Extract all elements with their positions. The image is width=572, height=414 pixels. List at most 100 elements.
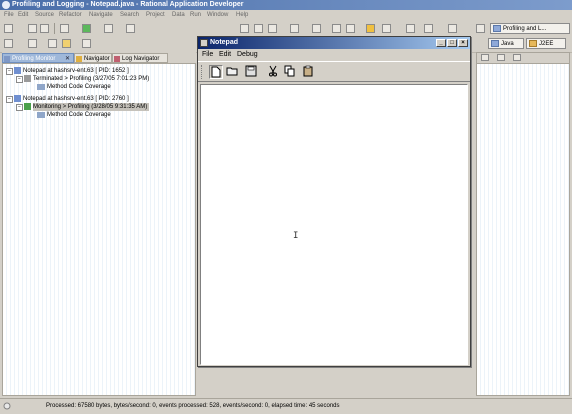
search-icon[interactable]: [290, 24, 299, 33]
right-view-panel: [476, 52, 570, 396]
open-file-button[interactable]: [226, 65, 240, 79]
menu-run[interactable]: Run: [190, 10, 201, 20]
menu-navigate[interactable]: Navigate: [89, 10, 113, 20]
minimize-icon[interactable]: [513, 54, 521, 61]
menu-data[interactable]: Data: [172, 10, 185, 20]
close-button[interactable]: ×: [458, 39, 468, 47]
status-indicator-icon: [3, 402, 11, 410]
open-type-icon[interactable]: [254, 24, 263, 33]
previous-annotation-icon[interactable]: [28, 39, 37, 48]
maximize-button[interactable]: □: [447, 39, 457, 47]
profiling-monitor-tree: − Notepad at hashsrv-ent.63 [ PID: 1652 …: [2, 63, 196, 396]
copy-icon: [284, 65, 295, 77]
notepad-menu-file[interactable]: File: [202, 49, 213, 60]
tree-node-label: Method Code Coverage: [47, 112, 111, 118]
notepad-title: Notepad: [210, 39, 238, 46]
menu-project[interactable]: Project: [146, 10, 165, 20]
profile-icon[interactable]: [104, 24, 113, 33]
tab-log-navigator-label: Log Navigator: [122, 56, 160, 62]
save-disk-icon: [245, 65, 257, 77]
view-menu-icon[interactable]: [481, 54, 489, 61]
coverage-icon: [37, 112, 45, 118]
menu-bar: File Edit Source Refactor Navigate Searc…: [0, 10, 572, 20]
launch-icon[interactable]: [240, 24, 249, 33]
collapse-icon[interactable]: −: [16, 104, 23, 111]
last-edit-icon[interactable]: [48, 39, 57, 48]
progress-icons: [548, 401, 568, 411]
notepad-menu-debug[interactable]: Debug: [237, 49, 258, 60]
coverage-icon: [37, 84, 45, 90]
open-folder-icon: [226, 67, 238, 76]
collapse-icon[interactable]: −: [6, 96, 13, 103]
collapse-icon[interactable]: −: [6, 68, 13, 75]
monitor-icon[interactable]: [346, 24, 355, 33]
back-nav-icon[interactable]: [62, 39, 71, 48]
tree-node-label: Terminated > Profiling (3/27/05 7:01:23 …: [33, 76, 150, 82]
copy-button[interactable]: [284, 65, 298, 79]
new-file-icon: [211, 66, 221, 78]
external-tools-icon[interactable]: [126, 24, 135, 33]
perspective-java-label: Java: [501, 41, 514, 47]
menu-help[interactable]: Help: [236, 10, 248, 20]
open-resource-icon[interactable]: [268, 24, 277, 33]
help-icon[interactable]: [448, 24, 457, 33]
collapse-icon[interactable]: −: [16, 76, 23, 83]
process-icon: [14, 67, 21, 74]
tree-node-coverage-2[interactable]: Method Code Coverage: [37, 111, 187, 119]
minimize-button[interactable]: _: [436, 39, 446, 47]
notepad-title-bar: Notepad _ □ ×: [198, 37, 470, 49]
print-icon[interactable]: [40, 24, 49, 33]
perspective-java[interactable]: Java: [488, 38, 524, 49]
perspective-profiling-label: Profiling and L...: [503, 26, 547, 32]
view-tabs: Profiling Monitor ✕ Navigator Log Naviga…: [2, 52, 196, 63]
save-icon[interactable]: [28, 24, 37, 33]
notepad-menu-edit[interactable]: Edit: [219, 49, 231, 60]
run-icon[interactable]: [82, 24, 91, 33]
toolbar-grip: [201, 65, 205, 79]
menu-file[interactable]: File: [4, 10, 14, 20]
new-file-button[interactable]: [209, 65, 223, 79]
tab-log-navigator[interactable]: Log Navigator: [112, 53, 168, 63]
refresh-icon[interactable]: [312, 24, 321, 33]
window-icon[interactable]: [382, 24, 391, 33]
tree-node-label: Notepad at hashsrv-ent.63 [ PID: 2760 ]: [23, 96, 129, 102]
next-annotation-icon[interactable]: [4, 39, 13, 48]
menu-refactor[interactable]: Refactor: [59, 10, 82, 20]
notepad-app-icon: [200, 39, 208, 47]
menu-search[interactable]: Search: [120, 10, 139, 20]
menu-source[interactable]: Source: [35, 10, 54, 20]
menu-edit[interactable]: Edit: [18, 10, 28, 20]
settings-icon[interactable]: [60, 24, 69, 33]
terminated-icon: [24, 75, 31, 82]
tree-node-monitoring[interactable]: − Monitoring > Profiling (3/28/05 9:31:3…: [16, 103, 166, 111]
paste-button[interactable]: [302, 65, 316, 79]
back-icon[interactable]: [406, 24, 415, 33]
attach-icon[interactable]: [332, 24, 341, 33]
open-perspective-icon[interactable]: [476, 24, 485, 33]
perspective-j2ee[interactable]: J2EE: [526, 38, 566, 49]
tree-node-terminated[interactable]: − Terminated > Profiling (3/27/05 7:01:2…: [16, 75, 186, 83]
perspective-j2ee-label: J2EE: [539, 41, 554, 47]
main-toolbar: Profiling and L...: [0, 20, 572, 37]
tree-node-coverage-1[interactable]: Method Code Coverage: [37, 83, 187, 91]
window-title: Profiling and Logging - Notepad.java - R…: [12, 1, 244, 8]
navigator-icon: [76, 56, 82, 62]
menu-window[interactable]: Window: [207, 10, 228, 20]
folder-icon[interactable]: [366, 24, 375, 33]
notepad-window: Notepad _ □ × File Edit Debug I: [197, 36, 471, 367]
cut-button[interactable]: [267, 65, 281, 79]
save-file-button[interactable]: [245, 65, 259, 79]
notepad-text-area[interactable]: I: [200, 84, 468, 365]
scissors-icon: [269, 65, 277, 77]
forward-icon[interactable]: [424, 24, 433, 33]
tree-node-process-1652[interactable]: − Notepad at hashsrv-ent.63 [ PID: 1652 …: [6, 67, 186, 75]
tree-node-process-2760[interactable]: − Notepad at hashsrv-ent.63 [ PID: 2760 …: [6, 95, 186, 103]
notepad-toolbar: [198, 61, 470, 82]
tab-profiling-monitor[interactable]: Profiling Monitor ✕: [2, 53, 74, 63]
perspective-profiling[interactable]: Profiling and L...: [490, 23, 570, 34]
tab-navigator[interactable]: Navigator: [74, 53, 112, 63]
text-cursor-icon: I: [293, 231, 299, 241]
forward-nav-icon[interactable]: [82, 39, 91, 48]
filter-icon[interactable]: [497, 54, 505, 61]
new-icon[interactable]: [4, 24, 13, 33]
